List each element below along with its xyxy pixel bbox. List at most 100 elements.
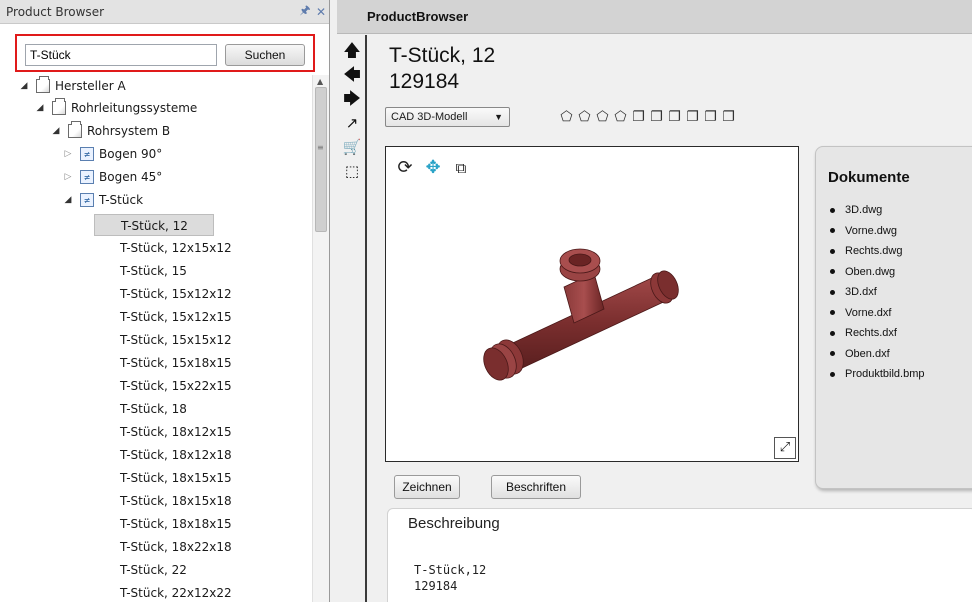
product-number: 129184	[389, 70, 460, 93]
bottom-view-icon[interactable]: ❐	[721, 110, 736, 125]
zoom-window-icon[interactable]: ⧉	[450, 157, 472, 179]
pan-icon[interactable]: ✥	[422, 157, 444, 179]
expanded-icon[interactable]: ◢	[50, 126, 62, 136]
document-link[interactable]: Oben.dxf	[830, 344, 925, 365]
document-link[interactable]: Produktbild.bmp	[830, 364, 925, 385]
scroll-up-icon[interactable]: ▲	[317, 77, 323, 86]
scroll-thumb[interactable]	[315, 87, 327, 232]
dropdown-arrow-icon: ▼	[494, 112, 503, 122]
scroll-grip-icon: ≡	[317, 143, 324, 152]
tree-node-group-bogen90[interactable]: ▷ ≠ Bogen 90°	[62, 143, 162, 165]
expanded-icon[interactable]: ◢	[18, 81, 30, 91]
3d-viewer[interactable]: ⟳ ✥ ⧉ ⤢	[385, 146, 799, 462]
collapsed-icon[interactable]: ▷	[62, 172, 74, 182]
tree-item[interactable]: T-Stück, 15x12x12	[94, 283, 232, 305]
tree-label: Hersteller A	[55, 79, 126, 93]
tree-node-group-bogen45[interactable]: ▷ ≠ Bogen 45°	[62, 166, 162, 188]
tee-pipe-model	[483, 248, 679, 381]
search-input[interactable]	[25, 44, 217, 66]
tree-node-system[interactable]: ◢ Rohrsystem B	[50, 120, 170, 142]
tree-item[interactable]: T-Stück, 18x22x18	[94, 536, 232, 558]
rotate-icon[interactable]: ⟳	[394, 157, 416, 179]
tree-label: Rohrsystem B	[87, 124, 171, 138]
draw-button[interactable]: Zeichnen	[394, 475, 460, 499]
tree-item[interactable]: T-Stück, 15x22x15	[94, 375, 232, 397]
document-link[interactable]: Rechts.dwg	[830, 241, 925, 262]
add-selection-icon[interactable]: ⬚	[342, 161, 362, 181]
description-text: T-Stück,12 129184	[414, 562, 486, 594]
tree-item[interactable]: T-Stück, 15x12x15	[94, 306, 232, 328]
search-highlight: Suchen	[15, 34, 315, 72]
nav-toolbar: 🡅 🡄 🡆 ↗ 🛒 ⬚	[337, 35, 367, 602]
iso-view-2-icon[interactable]: ⬠	[577, 110, 592, 125]
document-link[interactable]: Vorne.dxf	[830, 303, 925, 324]
description-box: Beschreibung T-Stück,12 129184	[387, 508, 972, 602]
document-link[interactable]: Oben.dwg	[830, 262, 925, 283]
tree-item[interactable]: T-Stück, 22x12x22	[94, 582, 232, 602]
view-orientation-bar: ⬠ ⬠ ⬠ ⬠ ❐ ❐ ❐ ❐ ❐ ❐	[559, 110, 736, 125]
cart-icon[interactable]: 🛒	[342, 137, 362, 157]
part-group-icon: ≠	[80, 193, 94, 207]
close-icon[interactable]: ✕	[313, 5, 329, 19]
left-arrow-icon[interactable]: 🡄	[342, 65, 362, 85]
tree-item[interactable]: T-Stück, 15	[94, 260, 214, 282]
tree-item[interactable]: T-Stück, 18x18x15	[94, 513, 232, 535]
label-button[interactable]: Beschriften	[491, 475, 581, 499]
right-arrow-icon[interactable]: 🡆	[342, 89, 362, 109]
description-title: Beschreibung	[408, 515, 500, 532]
description-line: T-Stück,12	[414, 563, 487, 577]
search-button[interactable]: Suchen	[225, 44, 305, 66]
tree-item[interactable]: T-Stück, 18x15x15	[94, 467, 232, 489]
pin-icon[interactable]: 🖈	[297, 1, 313, 22]
folder-icon	[36, 76, 50, 93]
top-view-icon[interactable]: ❐	[703, 110, 718, 125]
document-link[interactable]: 3D.dwg	[830, 200, 925, 221]
left-view-icon[interactable]: ❐	[667, 110, 682, 125]
tree-node-category[interactable]: ◢ Rohrleitungssysteme	[34, 97, 204, 119]
documents-panel: Dokumente 3D.dwg Vorne.dwg Rechts.dwg Ob…	[815, 146, 972, 489]
tree-node-group-tstueck[interactable]: ◢ ≠ T-Stück	[62, 189, 143, 211]
iso-view-1-icon[interactable]: ⬠	[559, 110, 574, 125]
model-type-value: CAD 3D-Modell	[391, 111, 468, 123]
detail-header: ProductBrowser	[337, 0, 972, 34]
tree-item[interactable]: T-Stück, 15x15x12	[94, 329, 232, 351]
tree-item[interactable]: T-Stück, 18	[94, 398, 214, 420]
front-view-icon[interactable]: ❐	[631, 110, 646, 125]
tree-label: Rohrleitungssysteme	[71, 101, 204, 115]
back-view-icon[interactable]: ❐	[649, 110, 664, 125]
iso-view-4-icon[interactable]: ⬠	[613, 110, 628, 125]
expanded-icon[interactable]: ◢	[62, 195, 74, 205]
part-group-icon: ≠	[80, 147, 94, 161]
tree-label: Bogen 90°	[99, 147, 163, 161]
product-detail-panel: ProductBrowser 🡅 🡄 🡆 ↗ 🛒 ⬚ T-Stück, 12 1…	[337, 0, 972, 602]
product-browser-panel: Product Browser 🖈 ✕ Suchen ◢ Hersteller …	[0, 0, 330, 602]
iso-view-3-icon[interactable]: ⬠	[595, 110, 610, 125]
tree-item[interactable]: T-Stück, 12	[94, 214, 214, 236]
collapsed-icon[interactable]: ▷	[62, 149, 74, 159]
tree-item[interactable]: T-Stück, 18x12x15	[94, 421, 232, 443]
expanded-icon[interactable]: ◢	[34, 103, 46, 113]
tree-item[interactable]: T-Stück, 18x12x18	[94, 444, 232, 466]
panel-title: Product Browser	[6, 4, 105, 19]
up-arrow-icon[interactable]: 🡅	[342, 41, 362, 61]
tree-label: Bogen 45°	[99, 170, 163, 184]
tree-item[interactable]: T-Stück, 12x15x12	[94, 237, 232, 259]
model-type-select[interactable]: CAD 3D-Modell ▼	[385, 107, 510, 127]
folder-icon	[52, 98, 66, 115]
viewer-toolbar: ⟳ ✥ ⧉	[394, 157, 472, 179]
right-view-icon[interactable]: ❐	[685, 110, 700, 125]
tree-node-manufacturer[interactable]: ◢ Hersteller A	[18, 75, 126, 97]
fullscreen-icon[interactable]: ⤢	[774, 437, 796, 459]
product-tree: ◢ Hersteller A ◢ Rohrleitungssysteme ◢ R…	[0, 75, 312, 602]
tree-item[interactable]: T-Stück, 18x15x18	[94, 490, 232, 512]
tree-item[interactable]: T-Stück, 15x18x15	[94, 352, 232, 374]
document-link[interactable]: 3D.dxf	[830, 282, 925, 303]
documents-list: 3D.dwg Vorne.dwg Rechts.dwg Oben.dwg 3D.…	[830, 200, 925, 385]
external-link-icon[interactable]: ↗	[342, 113, 362, 133]
tree-scrollbar[interactable]: ▲ ≡	[312, 75, 329, 602]
product-title: T-Stück, 12	[389, 44, 496, 67]
document-link[interactable]: Rechts.dxf	[830, 323, 925, 344]
document-link[interactable]: Vorne.dwg	[830, 221, 925, 242]
tree-item[interactable]: T-Stück, 22	[94, 559, 214, 581]
description-line: 129184	[414, 579, 458, 593]
